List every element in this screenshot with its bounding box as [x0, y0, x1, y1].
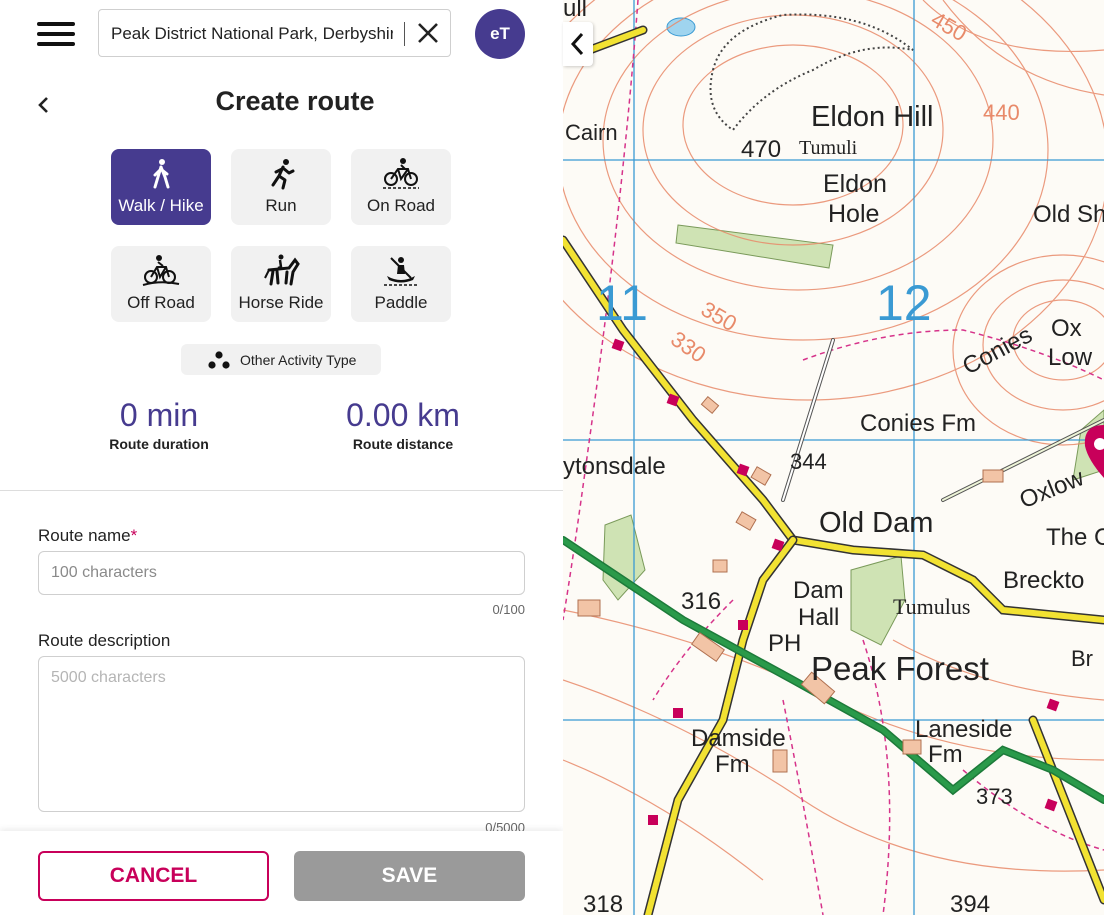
route-distance: 0.00 km Route distance — [303, 397, 503, 452]
run-icon — [271, 159, 295, 190]
activity-label: Off Road — [127, 293, 195, 312]
map-label: Eldon Hill — [811, 101, 934, 133]
map-label: 318 — [583, 891, 623, 915]
text-cursor — [404, 22, 405, 46]
map-label: 373 — [976, 784, 1013, 809]
route-duration: 0 min Route duration — [59, 397, 259, 452]
map-view[interactable]: ull Cairn Eldon Hill 470 Tumuli Eldon Ho… — [563, 0, 1104, 915]
collapse-panel-button[interactable] — [563, 22, 593, 66]
map-label: Breckto — [1003, 567, 1084, 594]
route-name-input[interactable] — [38, 551, 525, 595]
map-label: 440 — [983, 100, 1020, 125]
activity-horse-ride[interactable]: Horse Ride — [231, 246, 331, 322]
map-label: 470 — [741, 136, 781, 163]
user-avatar[interactable]: eT — [475, 9, 525, 59]
paddle-icon — [384, 257, 418, 286]
search-box — [98, 9, 451, 57]
os-map[interactable]: ull Cairn Eldon Hill 470 Tumuli Eldon Ho… — [563, 0, 1104, 915]
cancel-button[interactable]: CANCEL — [38, 851, 269, 901]
mountain-bike-icon — [142, 255, 180, 286]
map-label: Eldon — [823, 170, 887, 198]
dots-icon — [208, 351, 230, 369]
map-label: 450 — [927, 6, 971, 46]
required-mark: * — [130, 526, 138, 545]
map-label: ytonsdale — [563, 453, 666, 480]
search-input[interactable] — [111, 19, 393, 49]
route-name-label: Route name* — [38, 526, 138, 545]
duration-value: 0 min — [119, 397, 199, 433]
route-description-label: Route description — [38, 631, 171, 650]
map-label: Low — [1048, 344, 1093, 371]
menu-icon[interactable] — [37, 20, 75, 48]
map-label: Hole — [828, 200, 879, 228]
map-label: Peak Forest — [811, 650, 989, 687]
route-description-input[interactable] — [38, 656, 525, 812]
map-label: 316 — [681, 588, 721, 615]
route-panel: eT Create route Walk / Hike Run On Road — [0, 0, 563, 915]
map-label: 394 — [950, 891, 990, 915]
map-label: Fm — [928, 741, 963, 768]
activity-walk-hike[interactable]: Walk / Hike — [111, 149, 211, 225]
activity-label: Walk / Hike — [118, 196, 204, 215]
map-label: Oxlow — [1016, 464, 1089, 514]
map-label: 330 — [666, 326, 710, 368]
duration-label: Route duration — [109, 436, 209, 452]
other-activity-label: Other Activity Type — [240, 352, 357, 368]
map-label: Ox — [1051, 315, 1082, 342]
divider — [0, 490, 563, 491]
map-label: Tumulus — [893, 594, 970, 619]
map-label: Hall — [798, 604, 839, 631]
other-activity-button[interactable]: Other Activity Type — [181, 344, 381, 375]
activity-label: Paddle — [374, 293, 428, 312]
map-label: PH — [768, 630, 801, 657]
map-label: Conies — [958, 321, 1037, 380]
horse-icon — [264, 254, 300, 286]
activity-label: Run — [265, 196, 297, 215]
route-name-count: 0/100 — [492, 602, 525, 617]
map-label: Laneside — [915, 716, 1012, 743]
map-label: Fm — [715, 751, 750, 778]
activity-off-road[interactable]: Off Road — [111, 246, 211, 322]
map-label: 344 — [790, 449, 827, 474]
map-label: Dam — [793, 577, 844, 604]
chevron-left-icon — [570, 32, 584, 56]
map-label: Old Dam — [819, 507, 933, 539]
map-label: 11 — [596, 275, 648, 331]
distance-value: 0.00 km — [346, 397, 460, 433]
map-label: Conies Fm — [860, 410, 976, 437]
walk-icon — [153, 159, 170, 189]
activity-run[interactable]: Run — [231, 149, 331, 225]
map-label: ull — [563, 0, 587, 22]
map-label: Old Sh — [1033, 201, 1104, 228]
activity-label: Horse Ride — [238, 293, 324, 312]
footer-bar: CANCEL SAVE — [0, 831, 563, 915]
map-label: Damside — [691, 725, 786, 752]
distance-label: Route distance — [352, 436, 454, 452]
road-bike-icon — [383, 158, 419, 189]
map-label: Cairn — [565, 120, 618, 145]
map-label: 350 — [697, 296, 741, 336]
map-label: The C — [1046, 524, 1104, 551]
activity-on-road[interactable]: On Road — [351, 149, 451, 225]
activity-label: On Road — [366, 196, 436, 215]
map-label: Tumuli — [799, 137, 858, 159]
save-button[interactable]: SAVE — [294, 851, 525, 901]
map-label: Br — [1071, 646, 1093, 671]
page-title: Create route — [215, 86, 375, 116]
clear-search-icon[interactable] — [415, 20, 441, 46]
activity-paddle[interactable]: Paddle — [351, 246, 451, 322]
map-label: 12 — [876, 275, 932, 331]
